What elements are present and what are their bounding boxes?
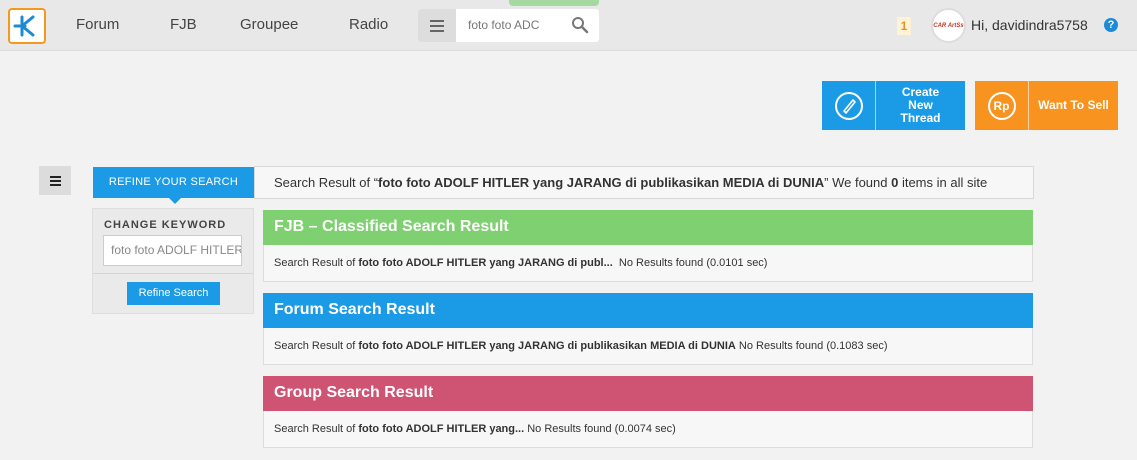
want-to-sell-button[interactable]: Rp Want To Sell	[975, 81, 1118, 130]
refine-panel: CHANGE KEYWORD foto foto ADOLF HITLER Re…	[92, 208, 254, 314]
nav-fjb-link[interactable]: FJB	[170, 16, 197, 33]
forum-result-prefix: Search Result of	[274, 340, 359, 352]
want-to-sell-icon-cell: Rp	[975, 81, 1029, 130]
create-thread-icon-cell	[822, 81, 876, 130]
rupiah-icon: Rp	[987, 91, 1016, 120]
nav-groupee-link[interactable]: Groupee	[240, 16, 298, 33]
hamburger-menu-icon[interactable]	[418, 9, 456, 42]
summary-prefix: Search Result of “	[274, 175, 379, 190]
forum-result-query: foto foto ADOLF HITLER yang JARANG di pu…	[358, 340, 736, 352]
panel-divider	[93, 273, 253, 274]
group-result-prefix: Search Result of	[274, 423, 359, 435]
nav-forum-link[interactable]: Forum	[76, 16, 119, 33]
avatar-logo-text: CAR ArtSs	[933, 22, 964, 29]
user-greeting[interactable]: Hi, davidindra5758	[971, 17, 1088, 33]
top-indicator-tab	[509, 0, 599, 6]
top-navbar: Forum FJB Groupee Radio foto foto ADC 1 …	[0, 0, 1137, 51]
kaskus-k-icon	[13, 15, 35, 37]
refine-search-tab[interactable]: REFINE YOUR SEARCH	[93, 167, 254, 204]
summary-middle: ” We found	[824, 175, 892, 190]
group-result-status: No Results found (0.0074 sec)	[524, 423, 676, 435]
sidebar-toggle-icon[interactable]	[39, 166, 71, 195]
nav-radio-link[interactable]: Radio	[349, 16, 388, 33]
summary-query: foto foto ADOLF HITLER yang JARANG di pu…	[378, 175, 825, 190]
search-icon[interactable]	[571, 16, 589, 34]
create-thread-button[interactable]: Create New Thread	[822, 81, 965, 130]
kaskus-logo[interactable]	[8, 8, 46, 44]
refine-search-button[interactable]: Refine Search	[127, 282, 220, 305]
fjb-section-header[interactable]: FJB – Classified Search Result	[263, 210, 1033, 245]
search-box: foto foto ADC	[418, 9, 599, 42]
notification-badge[interactable]: 1	[897, 17, 911, 35]
group-result-query: foto foto ADOLF HITLER yang...	[358, 423, 525, 435]
pencil-icon	[834, 91, 863, 120]
fjb-result-prefix: Search Result of	[274, 257, 359, 269]
fjb-result-query: foto foto ADOLF HITLER yang JARANG di pu…	[358, 257, 613, 269]
help-icon[interactable]: ?	[1104, 18, 1118, 32]
create-thread-label: Create New Thread	[900, 85, 941, 125]
fjb-section-body: Search Result of foto foto ADOLF HITLER …	[263, 245, 1033, 282]
change-keyword-label: CHANGE KEYWORD	[104, 219, 227, 231]
summary-suffix: items in all site	[898, 175, 988, 190]
forum-section-body: Search Result of foto foto ADOLF HITLER …	[263, 328, 1033, 365]
fjb-result-status: No Results found (0.0101 sec)	[612, 257, 768, 269]
search-input[interactable]: foto foto ADC	[468, 18, 539, 32]
forum-section-header[interactable]: Forum Search Result	[263, 293, 1033, 328]
group-section-body: Search Result of foto foto ADOLF HITLER …	[263, 411, 1033, 448]
keyword-input[interactable]: foto foto ADOLF HITLER	[103, 235, 242, 266]
search-summary: Search Result of “foto foto ADOLF HITLER…	[254, 166, 1034, 199]
group-section-header[interactable]: Group Search Result	[263, 376, 1033, 411]
forum-result-status: No Results found (0.1083 sec)	[735, 340, 888, 352]
want-to-sell-label: Want To Sell	[1038, 98, 1109, 112]
user-avatar[interactable]: CAR ArtSs	[931, 8, 966, 43]
